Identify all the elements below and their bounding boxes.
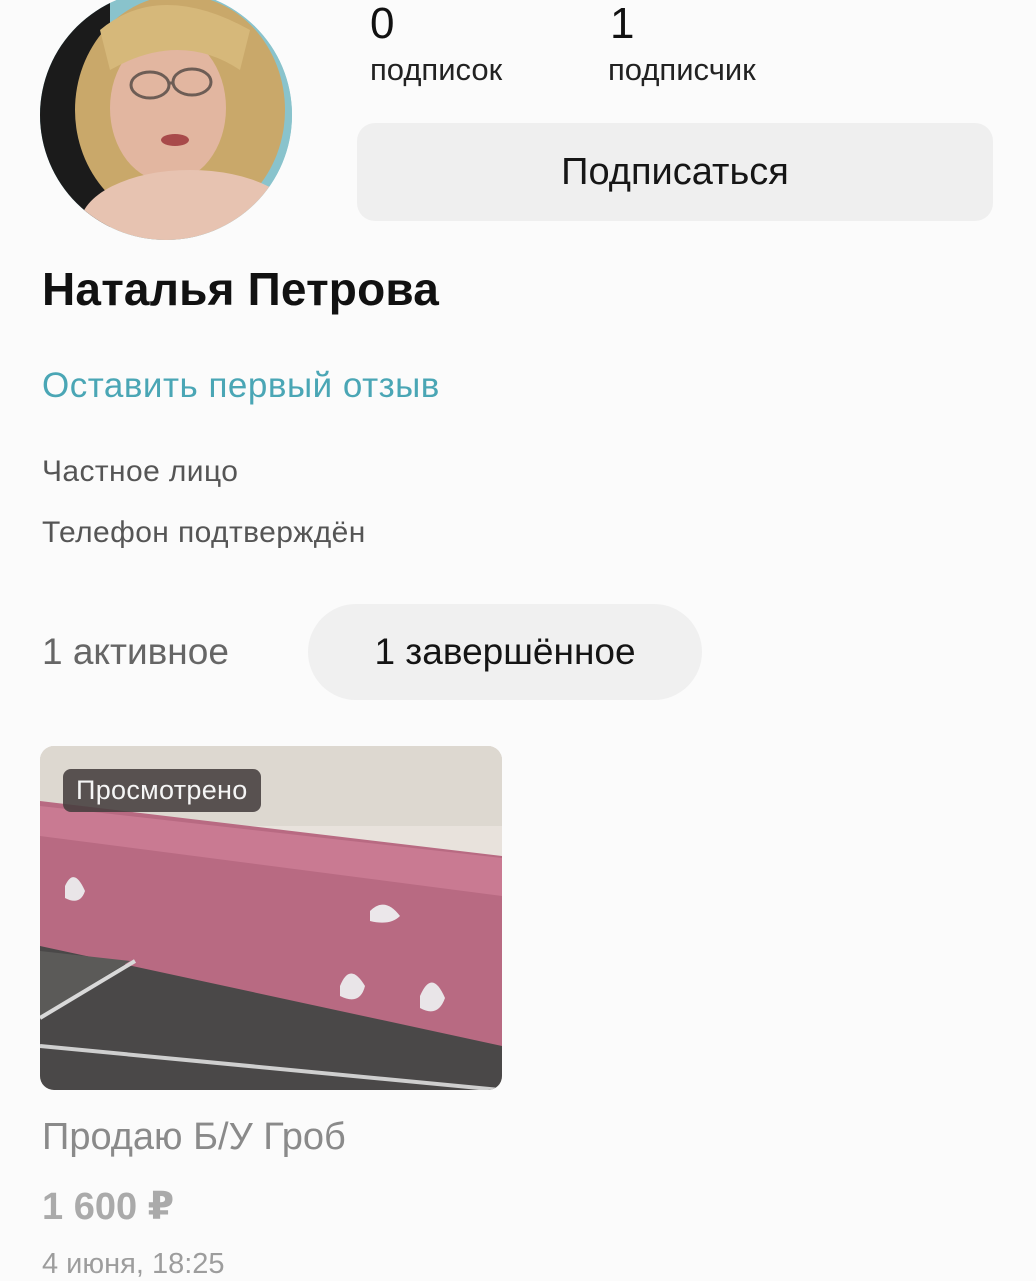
followers-stat[interactable]: 1 подписчик — [608, 0, 756, 88]
listing-price: 1 600 ₽ — [42, 1186, 175, 1228]
phone-verified-status: Телефон подтверждён — [42, 516, 366, 549]
avatar-photo — [40, 0, 292, 240]
followers-count: 1 — [610, 0, 635, 48]
seller-type: Частное лицо — [42, 455, 239, 488]
listing-title[interactable]: Продаю Б/У Гроб — [42, 1116, 346, 1159]
followers-label: подписчик — [608, 52, 756, 87]
listing-date: 4 июня, 18:25 — [42, 1248, 225, 1280]
viewed-badge: Просмотрено — [63, 769, 261, 812]
subscriptions-stat[interactable]: 0 подписок — [370, 0, 502, 88]
tab-completed-listings[interactable]: 1 завершённое — [308, 604, 702, 700]
profile-name: Наталья Петрова — [42, 263, 440, 315]
tab-active-listings[interactable]: 1 активное — [42, 604, 229, 700]
subscribe-button[interactable]: Подписаться — [357, 123, 993, 221]
avatar — [40, 0, 292, 240]
leave-first-review-link[interactable]: Оставить первый отзыв — [42, 366, 440, 406]
subscriptions-count: 0 — [370, 0, 395, 48]
subscriptions-label: подписок — [370, 52, 503, 87]
listing-card[interactable]: Просмотрено — [40, 746, 502, 1090]
